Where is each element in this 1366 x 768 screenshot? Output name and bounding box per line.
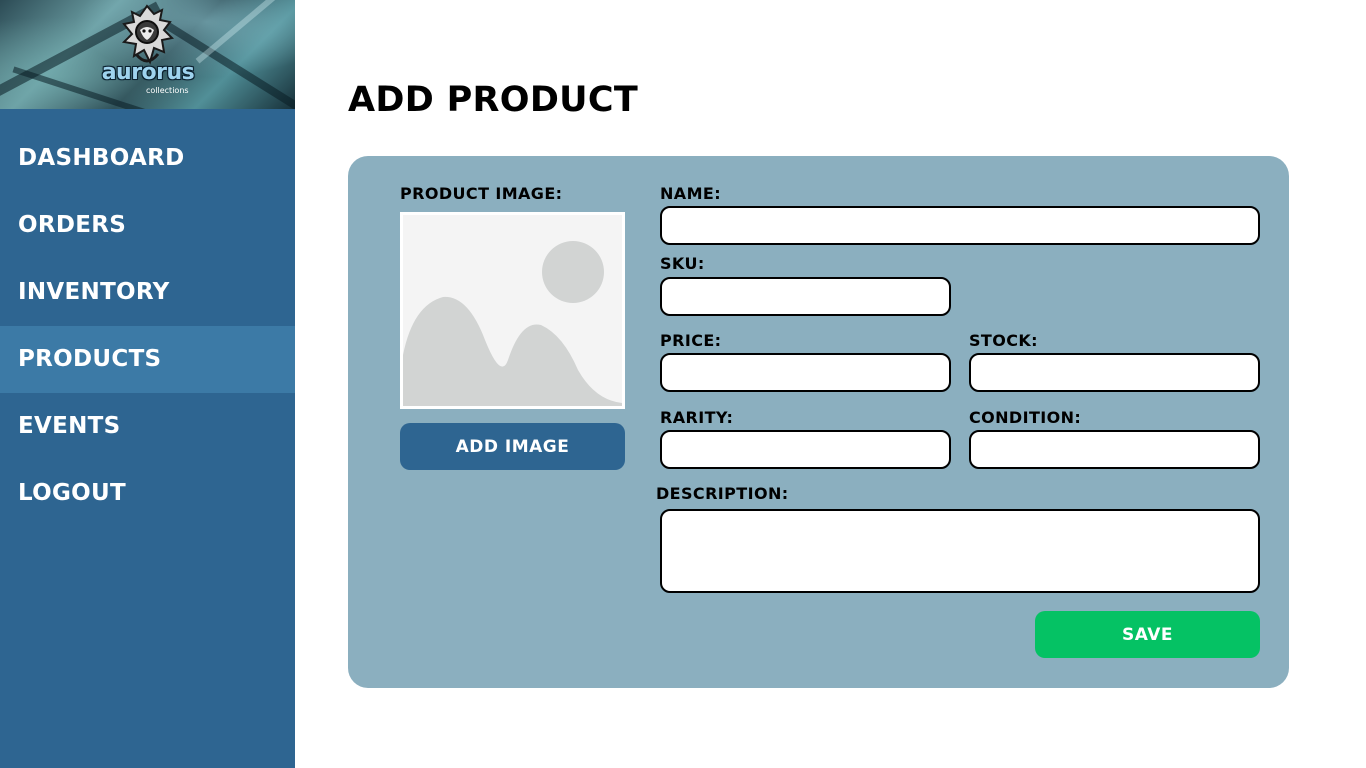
condition-field-box bbox=[969, 430, 1260, 469]
description-textarea[interactable] bbox=[662, 511, 1258, 591]
brand-logo-subtext: collections bbox=[146, 86, 189, 95]
description-field-box bbox=[660, 509, 1260, 593]
price-input[interactable] bbox=[662, 355, 949, 390]
sidebar-nav: DASHBOARD ORDERS INVENTORY PRODUCTS EVEN… bbox=[0, 125, 295, 527]
sidebar-item-inventory[interactable]: INVENTORY bbox=[0, 259, 295, 326]
stock-input[interactable] bbox=[971, 355, 1258, 390]
sidebar-item-events[interactable]: EVENTS bbox=[0, 393, 295, 460]
name-field-box bbox=[660, 206, 1260, 245]
save-button[interactable]: SAVE bbox=[1035, 611, 1260, 658]
name-label: NAME: bbox=[660, 184, 722, 203]
stock-label: STOCK: bbox=[969, 331, 1038, 350]
sku-label: SKU: bbox=[660, 254, 705, 273]
product-image-label: PRODUCT IMAGE: bbox=[400, 184, 563, 203]
brand-header[interactable]: aurorus collections bbox=[0, 0, 295, 109]
sidebar-item-products[interactable]: PRODUCTS bbox=[0, 326, 295, 393]
product-image-preview[interactable] bbox=[400, 212, 625, 409]
condition-label: CONDITION: bbox=[969, 408, 1082, 427]
sidebar-item-orders[interactable]: ORDERS bbox=[0, 192, 295, 259]
stock-field-box bbox=[969, 353, 1260, 392]
price-field-box bbox=[660, 353, 951, 392]
add-image-button[interactable]: ADD IMAGE bbox=[400, 423, 625, 470]
sidebar-item-dashboard[interactable]: DASHBOARD bbox=[0, 125, 295, 192]
rarity-field-box bbox=[660, 430, 951, 469]
description-label: DESCRIPTION: bbox=[656, 484, 789, 503]
sidebar: aurorus collections DASHBOARD ORDERS INV… bbox=[0, 0, 295, 768]
sku-field-box bbox=[660, 277, 951, 316]
sku-input[interactable] bbox=[662, 279, 949, 314]
sidebar-item-logout[interactable]: LOGOUT bbox=[0, 460, 295, 527]
image-placeholder-icon bbox=[403, 215, 622, 406]
rarity-input[interactable] bbox=[662, 432, 949, 467]
price-label: PRICE: bbox=[660, 331, 722, 350]
page-title: ADD PRODUCT bbox=[348, 80, 639, 120]
brand-bg-streak bbox=[195, 0, 295, 64]
rarity-label: RARITY: bbox=[660, 408, 734, 427]
condition-input[interactable] bbox=[971, 432, 1258, 467]
brand-logo-text: aurorus bbox=[101, 60, 195, 85]
name-input[interactable] bbox=[662, 208, 1258, 243]
